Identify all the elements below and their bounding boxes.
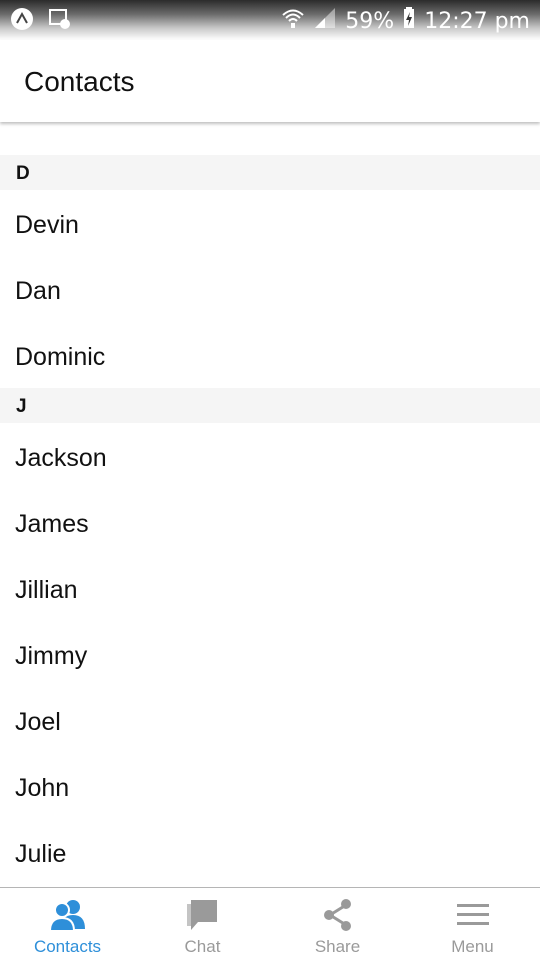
tab-contacts-label: Contacts [33,937,102,956]
contact-row[interactable]: Dominic [0,322,540,388]
bottom-tab-bar: Contacts Chat Share Menu [0,887,540,960]
screenshot-notification-icon [48,7,72,36]
app-notification-icon [10,7,34,36]
contact-row[interactable]: James [0,489,540,555]
wifi-icon [281,6,305,36]
section-header-d: D [0,155,540,190]
contact-row[interactable]: Jillian [0,555,540,621]
clock: 12:27 pm [424,8,530,34]
tab-menu-label: Menu [451,937,494,956]
tab-chat-label: Chat [184,937,221,956]
contact-row[interactable]: Jackson [0,423,540,489]
contact-row[interactable]: Julie [0,819,540,885]
tab-contacts[interactable]: Contacts [0,888,135,960]
list-top-spacer [0,122,540,155]
contacts-list[interactable]: D Devin Dan Dominic J Jackson James Jill… [0,122,540,887]
contact-row[interactable]: Joel [0,687,540,753]
signal-icon [313,6,337,36]
contact-row[interactable]: Jimmy [0,621,540,687]
battery-charging-icon [402,6,416,36]
app-bar: Contacts [0,40,540,122]
share-icon [318,898,358,932]
tab-share-label: Share [314,937,361,956]
section-header-j: J [0,388,540,423]
contact-row[interactable]: John [0,753,540,819]
tab-menu[interactable]: Menu [405,888,540,960]
tab-chat[interactable]: Chat [135,888,270,960]
contact-row[interactable]: Devin [0,190,540,256]
battery-percent: 59% [345,8,395,34]
contacts-icon [48,898,88,932]
page-title: Contacts [24,66,135,97]
chat-icon [183,898,223,932]
menu-icon [453,898,493,932]
tab-share[interactable]: Share [270,888,405,960]
status-bar: 59% 12:27 pm [0,0,540,40]
contact-row[interactable]: Dan [0,256,540,322]
